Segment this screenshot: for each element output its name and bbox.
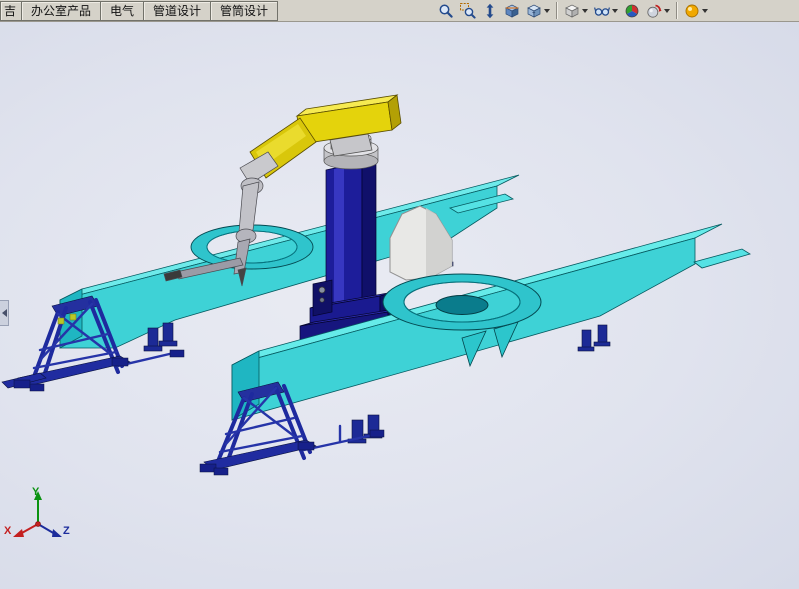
triad-y-label: Y bbox=[32, 486, 40, 498]
view-orientation-icon[interactable]: + bbox=[524, 1, 552, 21]
left-panel-collapse-button[interactable] bbox=[0, 300, 9, 326]
graphics-viewport[interactable]: Y X Z bbox=[0, 22, 799, 589]
top-toolbar: 吉 办公室产品 电气 管道设计 管筒设计 + bbox=[0, 0, 799, 22]
chevron-left-icon bbox=[2, 309, 7, 317]
triad-z-label: Z bbox=[63, 525, 70, 537]
toolbar-separator bbox=[556, 2, 558, 19]
view-toolbar: + bbox=[435, 0, 711, 22]
tab-electrical[interactable]: 电气 bbox=[100, 1, 144, 21]
tab-pipe-design[interactable]: 管道设计 bbox=[143, 1, 211, 21]
triad-x-label: X bbox=[4, 525, 12, 537]
zoom-to-fit-icon[interactable] bbox=[436, 1, 456, 21]
edit-appearance-icon[interactable] bbox=[622, 1, 642, 21]
orientation-triad: Y X Z bbox=[4, 486, 70, 537]
svg-text:+: + bbox=[532, 11, 536, 17]
tab-tube-design[interactable]: 管筒设计 bbox=[210, 1, 278, 21]
dropdown-arrow-icon bbox=[582, 9, 588, 13]
dropdown-arrow-icon bbox=[612, 9, 618, 13]
dropdown-arrow-icon bbox=[664, 9, 670, 13]
model-canvas[interactable]: Y X Z bbox=[0, 22, 799, 589]
dropdown-arrow-icon bbox=[544, 9, 550, 13]
toolbar-separator bbox=[676, 2, 678, 19]
display-style-icon[interactable] bbox=[562, 1, 590, 21]
apply-scene-icon[interactable] bbox=[644, 1, 672, 21]
dropdown-arrow-icon bbox=[702, 9, 708, 13]
zoom-to-area-icon[interactable] bbox=[458, 1, 478, 21]
section-view-icon[interactable] bbox=[502, 1, 522, 21]
tab-office-products[interactable]: 办公室产品 bbox=[21, 1, 101, 21]
view-settings-icon[interactable] bbox=[682, 1, 710, 21]
tab-partial[interactable]: 吉 bbox=[0, 1, 22, 21]
zoom-in-out-icon[interactable] bbox=[480, 1, 500, 21]
hide-show-items-icon[interactable] bbox=[592, 1, 620, 21]
